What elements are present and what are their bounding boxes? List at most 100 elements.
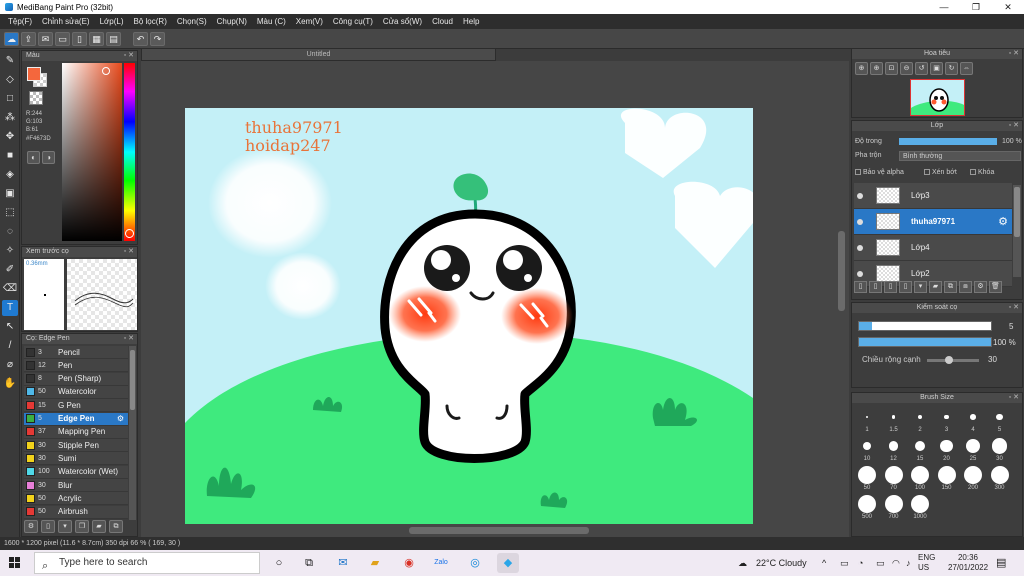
grid-alt-icon[interactable]: ▤ (106, 31, 121, 46)
brush-size-option[interactable]: 10 (854, 436, 880, 462)
chat-icon[interactable]: ▭ (55, 31, 70, 46)
operation-tool-icon[interactable]: ↖ (2, 319, 18, 335)
new-layer-alt-icon[interactable]: ▯ (869, 281, 882, 293)
page-icon[interactable]: ▯ (72, 31, 87, 46)
zalo-icon[interactable]: Zalo (430, 553, 452, 573)
artwork-canvas[interactable]: thuha97971 hoidap247 (185, 108, 753, 524)
menu-cloud[interactable]: Cloud (427, 17, 458, 26)
brush-item[interactable]: 30 Stipple Pen (24, 439, 128, 453)
brush-size-option[interactable]: 5 (987, 407, 1013, 433)
brush-size-option[interactable]: 700 (881, 494, 907, 520)
brush-size-option[interactable]: 20 (934, 436, 960, 462)
new-1bit-layer-icon[interactable]: ▯ (899, 281, 912, 293)
brush-size-option[interactable]: 1000 (907, 494, 933, 520)
fit-window-icon[interactable]: ▣ (930, 62, 943, 75)
brush-item[interactable]: 5 Edge Pen ⚙ (24, 412, 128, 426)
panel-close-icon[interactable]: ▫ ✕ (1009, 121, 1019, 131)
menu-view[interactable]: Xem(V) (291, 17, 328, 26)
layer-item[interactable]: Lớp4 (854, 235, 1012, 261)
brush-size-option[interactable]: 4 (960, 407, 986, 433)
menu-color[interactable]: Màu (C) (252, 17, 291, 26)
brush-item[interactable]: 100 Watercolor (Wet) (24, 465, 128, 479)
brush-item[interactable]: 30 Blur (24, 479, 128, 492)
panel-close-icon[interactable]: ▫ ✕ (1009, 49, 1019, 59)
slider-knob[interactable] (945, 356, 953, 364)
rotate-left-icon[interactable]: ↺ (915, 62, 928, 75)
taskbar-search-box[interactable]: ⌕ Type here to search (34, 552, 260, 574)
zoom-in-alt-icon[interactable]: ⊕ (870, 62, 883, 75)
scrollbar-thumb[interactable] (130, 350, 135, 410)
layer-opacity-slider[interactable] (899, 138, 997, 145)
add-brush-icon[interactable]: ⚙ (24, 520, 38, 533)
minimize-button[interactable]: — (928, 0, 960, 14)
checkbox-box[interactable] (970, 169, 976, 176)
menu-filter[interactable]: Bộ lọc(R) (129, 17, 172, 26)
brush-size-option[interactable]: 200 (960, 465, 986, 491)
grid-icon[interactable]: ▦ (89, 31, 104, 46)
brush-size-option[interactable]: 15 (907, 436, 933, 462)
brush-size-option[interactable]: 300 (987, 465, 1013, 491)
hue-slider[interactable] (124, 63, 135, 241)
weather-text[interactable]: 22°C Cloudy (756, 550, 807, 576)
layer-list-scrollbar[interactable] (1013, 185, 1021, 277)
brush-item[interactable]: 30 Sumi (24, 452, 128, 466)
color-picker-icon[interactable]: ◑ (42, 151, 55, 164)
weather-icon[interactable]: ☁ (738, 550, 747, 576)
share-icon[interactable]: ⇪ (21, 31, 36, 46)
layer-visibility-icon[interactable] (857, 271, 863, 277)
panel-close-icon[interactable]: ▫ ✕ (1009, 393, 1019, 403)
brush-item[interactable]: 15 G Pen (24, 399, 128, 413)
panel-close-icon[interactable]: ▫ ✕ (124, 247, 134, 257)
brush-size-option[interactable]: 50 (854, 465, 880, 491)
brush-list-scrollbar[interactable] (129, 346, 136, 520)
brush-tool-icon[interactable]: ✎ (2, 53, 18, 69)
panel-close-icon[interactable]: ▫ ✕ (124, 334, 134, 344)
edge-browser-icon[interactable]: ◎ (464, 553, 486, 573)
comment-icon[interactable]: ✉ (38, 31, 53, 46)
brush-size-slider[interactable] (858, 321, 992, 331)
layer-visibility-icon[interactable] (857, 193, 863, 199)
fit-icon[interactable]: ⊡ (885, 62, 898, 75)
select-eraser-tool-icon[interactable]: ⌫ (2, 281, 18, 297)
gradient-tool-icon[interactable]: ▣ (2, 186, 18, 202)
chrome-icon[interactable]: ◉ (398, 553, 420, 573)
brush-size-option[interactable]: 500 (854, 494, 880, 520)
brush-item[interactable]: 3 Pencil (24, 346, 128, 359)
layer-folder-icon[interactable]: ▰ (929, 281, 942, 293)
volume-icon[interactable]: ♪ (906, 550, 911, 576)
divide-tool-icon[interactable]: / (2, 338, 18, 354)
cloud-icon[interactable]: ☁ (4, 31, 19, 46)
brush-item[interactable]: 50 Acrylic (24, 492, 128, 506)
checkbox-box[interactable] (855, 169, 861, 176)
edge-width-slider[interactable] (927, 356, 979, 364)
brush-size-option[interactable]: 1 (854, 407, 880, 433)
menu-file[interactable]: Tệp(F) (3, 17, 37, 26)
menu-window[interactable]: Cửa sổ(W) (378, 17, 427, 26)
layer-property-icon[interactable]: ⚙ (974, 281, 987, 293)
sv-cursor[interactable] (102, 67, 110, 75)
transparent-color-swatch[interactable] (29, 91, 43, 105)
wifi-icon[interactable]: ◠ (892, 550, 900, 576)
tray-chevron-icon[interactable]: ^ (822, 550, 826, 576)
zoom-in-icon[interactable]: ⊕ (855, 62, 868, 75)
lasso-tool-icon[interactable]: ◌ (2, 224, 18, 240)
delete-layer-icon[interactable]: 🗑 (989, 281, 1002, 293)
battery-icon[interactable]: ▭ (876, 550, 885, 576)
select-pen-tool-icon[interactable]: ✐ (2, 262, 18, 278)
scrollbar-thumb[interactable] (1014, 187, 1020, 237)
medibang-taskbar-icon[interactable]: ◆ (497, 553, 519, 573)
brush-item[interactable]: 37 Mapping Pen (24, 425, 128, 439)
canvas-vertical-scrollbar[interactable] (838, 231, 845, 311)
brush-item[interactable]: 12 Pen (24, 359, 128, 373)
layer-settings-icon[interactable]: ⚙ (998, 215, 1008, 228)
duplicate-icon[interactable]: ⧉ (109, 520, 123, 533)
panel-close-icon[interactable]: ▫ ✕ (1009, 303, 1019, 313)
duplicate-layer-icon[interactable]: ⧉ (944, 281, 957, 293)
windows-start-icon[interactable] (9, 557, 21, 569)
network-icon[interactable]: ▭ (840, 550, 849, 576)
canvas-tab[interactable]: Untitled (141, 48, 496, 61)
brush-size-option[interactable]: 150 (934, 465, 960, 491)
fill-rect-tool-icon[interactable]: ■ (2, 148, 18, 164)
copy-brush-icon[interactable]: ❐ (75, 520, 89, 533)
brush-size-option[interactable]: 25 (960, 436, 986, 462)
